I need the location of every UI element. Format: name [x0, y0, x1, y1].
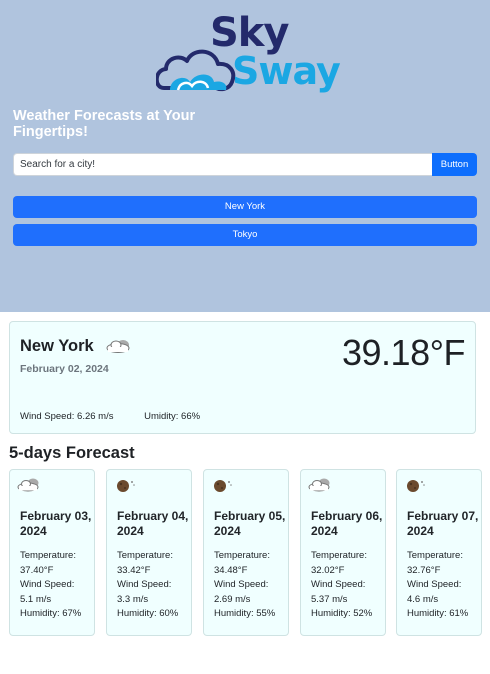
forecast-humidity: Humidity: 55% — [214, 608, 276, 620]
moon-icon — [407, 480, 425, 492]
history-city-button[interactable]: New York — [13, 196, 477, 218]
forecast-date: February 07, 2024 — [407, 509, 479, 538]
forecast-humidity: Humidity: 61% — [407, 608, 469, 620]
current-city-name: New York — [20, 337, 94, 355]
forecast-temp-label: Temperature: — [214, 550, 270, 561]
cloudy-icon — [17, 478, 39, 492]
forecast-date: February 04, 2024 — [117, 509, 189, 538]
forecast-temp: 32.76°F — [407, 564, 441, 576]
forecast-wind-label: Wind Speed: — [407, 579, 462, 591]
forecast-wind-label: Wind Speed: — [311, 579, 366, 591]
forecast-details: Temperature: 32.02°F Wind Speed: 5.37 m/… — [311, 549, 383, 622]
forecast-date: February 03, 2024 — [20, 509, 92, 538]
forecast-wind: 5.1 m/s — [20, 593, 52, 605]
forecast-details: Temperature: 32.76°F Wind Speed: 4.6 m/s… — [407, 549, 479, 622]
forecast-temp-label: Temperature: — [117, 550, 173, 561]
forecast-card: February 06, 2024 Temperature: 32.02°F W… — [300, 469, 386, 636]
cloudy-icon — [106, 340, 130, 353]
forecast-wind: 3.3 m/s — [117, 593, 149, 605]
forecast-details: Temperature: 33.42°F Wind Speed: 3.3 m/s… — [117, 549, 189, 622]
forecast-temp: 37.40°F — [20, 564, 54, 576]
forecast-humidity: Humidity: 52% — [311, 608, 373, 620]
current-humidity: Umidity: 66% — [144, 411, 201, 422]
forecast-wind-label: Wind Speed: — [214, 579, 269, 591]
skysway-logo: Sky Sway — [156, 10, 341, 98]
current-wind-speed: Wind Speed: 6.26 m/s — [20, 411, 114, 422]
search-button[interactable]: Button — [432, 153, 477, 176]
forecast-temp-label: Temperature: — [311, 550, 367, 561]
forecast-temp-label: Temperature: — [407, 550, 463, 561]
current-weather-card: New York February 02, 2024 39.18°F Wind … — [9, 321, 476, 434]
hero-tagline: Weather Forecasts at Your Fingertips! — [13, 108, 196, 140]
forecast-card: February 07, 2024 Temperature: 32.76°F W… — [396, 469, 482, 636]
moon-icon — [214, 480, 232, 492]
forecast-wind: 2.69 m/s — [214, 593, 251, 605]
moon-icon — [117, 480, 135, 492]
forecast-temp: 32.02°F — [311, 564, 345, 576]
forecast-wind-label: Wind Speed: — [20, 579, 75, 591]
forecast-date: February 05, 2024 — [214, 509, 286, 538]
forecast-temp-label: Temperature: — [20, 550, 76, 561]
forecast-details: Temperature: 37.40°F Wind Speed: 5.1 m/s… — [20, 549, 92, 622]
forecast-humidity: Humidity: 60% — [117, 608, 179, 620]
forecast-card: February 04, 2024 Temperature: 33.42°F W… — [106, 469, 192, 636]
hero-header: Sky Sway Weather Forecasts at Your Finge… — [0, 0, 490, 312]
logo-word-sway: Sway — [232, 49, 341, 93]
city-search-input[interactable] — [13, 153, 432, 176]
forecast-humidity: Humidity: 67% — [20, 608, 82, 620]
forecast-temp: 34.48°F — [214, 564, 248, 576]
forecast-wind: 4.6 m/s — [407, 593, 439, 605]
search-form: Button — [13, 153, 477, 176]
forecast-temp: 33.42°F — [117, 564, 151, 576]
forecast-date: February 06, 2024 — [311, 509, 383, 538]
forecast-card: February 05, 2024 Temperature: 34.48°F W… — [203, 469, 289, 636]
forecast-heading: 5-days Forecast — [9, 444, 135, 462]
current-date: February 02, 2024 — [20, 363, 109, 375]
cloudy-icon — [308, 478, 330, 492]
forecast-details: Temperature: 34.48°F Wind Speed: 2.69 m/… — [214, 549, 286, 622]
current-temperature: 39.18°F — [342, 332, 465, 373]
forecast-wind-label: Wind Speed: — [117, 579, 172, 591]
history-city-button[interactable]: Tokyo — [13, 224, 477, 246]
current-stats: Wind Speed: 6.26 m/s Umidity: 66% — [20, 411, 200, 422]
forecast-card: February 03, 2024 Temperature: 37.40°F W… — [9, 469, 95, 636]
forecast-wind: 5.37 m/s — [311, 593, 348, 605]
